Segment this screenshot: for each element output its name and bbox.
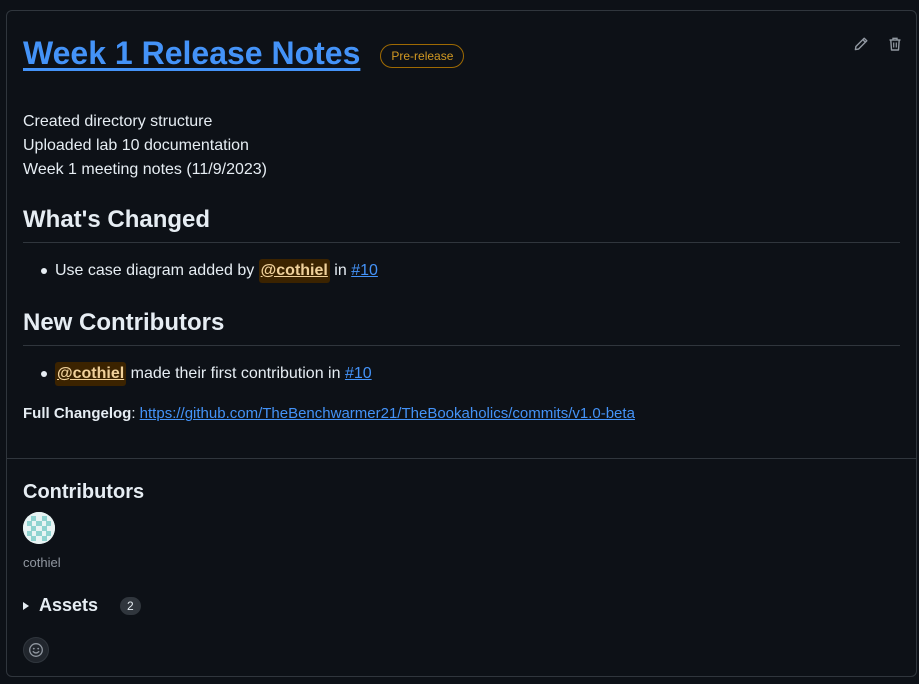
caret-right-icon [23, 601, 29, 610]
add-reaction-button[interactable] [23, 637, 49, 663]
changelog-label: Full Changelog [23, 405, 132, 422]
pull-request-link[interactable]: #10 [345, 362, 372, 386]
release-card: Week 1 Release Notes Pre-release Created… [6, 10, 917, 677]
trash-icon [889, 37, 901, 51]
item-text: in [329, 262, 352, 279]
assets-toggle[interactable]: Assets 2 [23, 595, 141, 616]
release-header: Week 1 Release Notes Pre-release [23, 33, 465, 73]
new-contributor-item: @cothiel made their first contribution i… [41, 362, 372, 386]
release-description: Created directory structure Uploaded lab… [23, 110, 267, 182]
contributor-name[interactable]: cothiel [23, 555, 61, 570]
full-changelog: Full Changelog: https://github.com/TheBe… [23, 402, 635, 426]
item-text: made their first contribution in [126, 365, 345, 382]
whats-changed-heading: What's Changed [23, 205, 900, 243]
delete-button[interactable] [884, 33, 906, 55]
smiley-icon [29, 643, 43, 657]
avatar[interactable] [23, 512, 55, 544]
bullet-dot [41, 371, 47, 377]
user-mention-link[interactable]: @cothiel [55, 362, 127, 386]
prerelease-badge: Pre-release [380, 44, 465, 68]
user-mention-link[interactable]: @cothiel [258, 259, 330, 283]
pull-request-link[interactable]: #10 [351, 259, 378, 283]
assets-count-badge: 2 [120, 596, 141, 615]
description-line: Uploaded lab 10 documentation [23, 137, 249, 154]
whats-changed-item: Use case diagram added by @cothiel in #1… [41, 259, 378, 283]
pencil-icon [854, 37, 868, 51]
changelog-link[interactable]: https://github.com/TheBenchwarmer21/TheB… [140, 405, 635, 422]
release-body-section: Week 1 Release Notes Pre-release Created… [7, 11, 916, 459]
description-line: Week 1 meeting notes (11/9/2023) [23, 161, 267, 178]
description-line: Created directory structure [23, 113, 213, 130]
assets-label: Assets [39, 595, 99, 615]
contributors-heading: Contributors [23, 481, 145, 503]
identicon-icon [23, 512, 55, 544]
changelog-separator: : [131, 405, 140, 422]
release-actions [850, 33, 906, 55]
bullet-dot [41, 268, 47, 274]
new-contributors-heading: New Contributors [23, 308, 900, 346]
edit-button[interactable] [850, 33, 872, 55]
item-text: Use case diagram added by [55, 262, 259, 279]
release-title-link[interactable]: Week 1 Release Notes [23, 33, 360, 73]
